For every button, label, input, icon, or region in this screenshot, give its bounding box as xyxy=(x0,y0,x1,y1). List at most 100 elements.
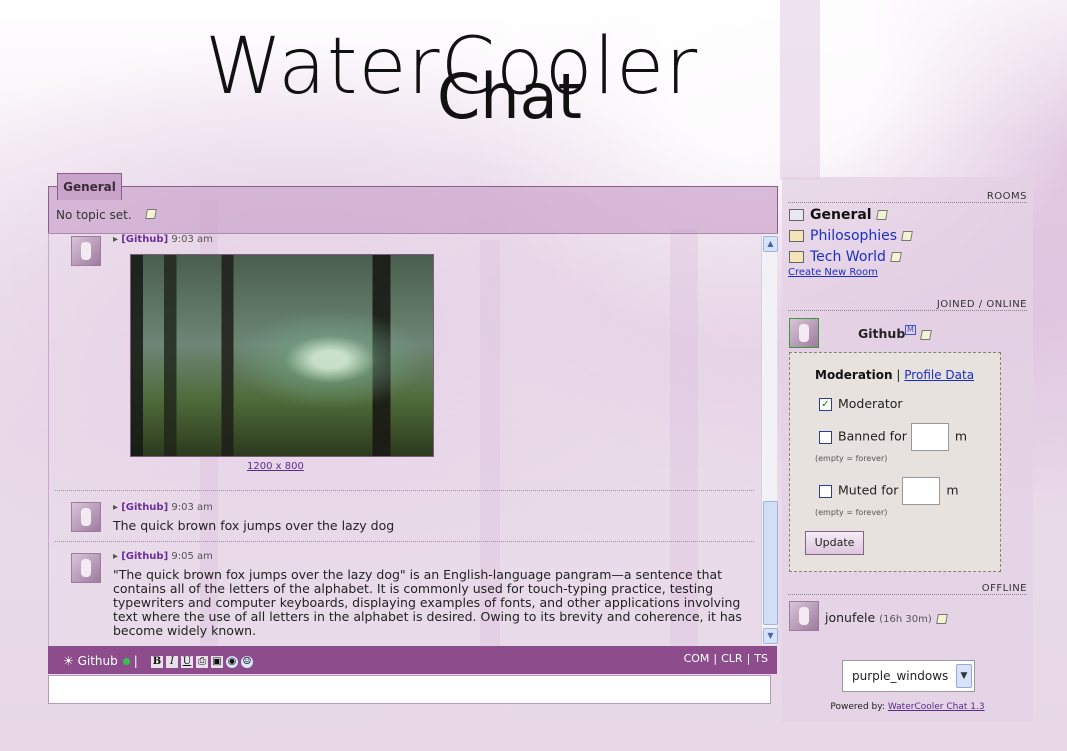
banned-minutes-input[interactable] xyxy=(910,423,949,451)
theme-select[interactable]: purple_windows ▼ xyxy=(842,660,975,692)
italic-button[interactable]: I xyxy=(166,656,178,668)
banned-checkbox[interactable] xyxy=(819,430,832,444)
banned-row: Banned for m xyxy=(819,423,967,451)
message-divider xyxy=(55,541,754,542)
room-envelope-icon xyxy=(789,251,804,263)
profile-data-link[interactable]: Profile Data xyxy=(904,368,974,382)
room-name[interactable]: Tech World xyxy=(810,249,886,265)
moderator-label: Moderator xyxy=(838,396,903,411)
edit-user-icon[interactable] xyxy=(935,613,948,624)
message-header: ▸ [Github] 9:05 am xyxy=(113,551,213,562)
format-buttons: B I U ⎙ ▣ ◉ ☺ xyxy=(151,654,256,668)
online-heading: JOINED / ONLINE xyxy=(788,299,1027,311)
message-list: ▸ [Github] 9:03 am 1200 x 800 ▸ [Github]… xyxy=(48,233,778,646)
online-user-name[interactable]: Github xyxy=(858,326,905,341)
moderator-row: ✓ Moderator xyxy=(819,396,903,411)
offline-user-item[interactable]: jonufele (16h 30m) xyxy=(782,601,1033,631)
underline-button[interactable]: U xyxy=(181,656,193,668)
message-image[interactable] xyxy=(130,254,434,457)
message-time: 9:03 am xyxy=(171,502,213,513)
banned-label: Banned for xyxy=(838,428,907,444)
message-item: ▸ [Github] 9:03 am The quick brown fox j… xyxy=(55,499,754,539)
logo: WaterCooler Chat xyxy=(205,28,735,138)
chat-toolbar: ☀ Github | B I U ⎙ ▣ ◉ ☺ COM | CLR | TS xyxy=(48,646,777,674)
topic-bar: No topic set. xyxy=(48,186,778,234)
edit-room-icon[interactable] xyxy=(901,231,913,241)
room-name[interactable]: General xyxy=(810,207,872,223)
toolbar-right: COM | CLR | TS xyxy=(680,652,772,665)
edit-room-icon[interactable] xyxy=(875,210,888,220)
muted-hint: (empty = forever) xyxy=(815,508,888,517)
message-item: ▸ [Github] 9:03 am 1200 x 800 xyxy=(55,233,754,489)
room-envelope-icon xyxy=(789,209,804,221)
current-user[interactable]: ☀ Github | xyxy=(63,654,138,668)
room-item-philosophies[interactable]: Philosophies xyxy=(789,228,913,244)
message-item: ▸ [Github] 9:05 am "The quick brown fox … xyxy=(55,549,754,645)
theme-select-value: purple_windows xyxy=(852,669,949,683)
message-user[interactable]: [Github] xyxy=(121,234,168,245)
avatar[interactable] xyxy=(71,502,101,532)
current-user-name: Github xyxy=(77,654,118,668)
moderation-title: Moderation xyxy=(815,368,893,382)
scroll-up-arrow-icon[interactable]: ▲ xyxy=(763,236,778,252)
scroll-down-arrow-icon[interactable]: ▼ xyxy=(763,628,778,644)
room-item-general[interactable]: General xyxy=(789,207,888,223)
message-user[interactable]: [Github] xyxy=(121,551,168,562)
powered-by-link[interactable]: WaterCooler Chat 1.3 xyxy=(888,702,985,712)
bold-button[interactable]: B xyxy=(151,656,163,668)
clr-button[interactable]: CLR xyxy=(717,652,746,665)
room-tab-general[interactable]: General xyxy=(57,173,122,200)
muted-unit: m xyxy=(946,482,959,498)
offline-user[interactable]: jonufele (16h 30m) xyxy=(825,610,948,625)
message-time: 9:03 am xyxy=(171,234,213,245)
offline-heading: OFFLINE xyxy=(788,583,1027,595)
message-text: The quick brown fox jumps over the lazy … xyxy=(113,518,395,533)
message-header: ▸ [Github] 9:03 am xyxy=(113,502,213,513)
online-user-item[interactable]: Github M xyxy=(782,318,1033,348)
moderator-checkbox[interactable]: ✓ xyxy=(819,398,832,411)
sidebar: ROOMS General Philosophies Tech World Cr… xyxy=(782,177,1033,722)
room-name[interactable]: Philosophies xyxy=(810,228,897,244)
message-time: 9:05 am xyxy=(171,551,213,562)
rooms-heading: ROOMS xyxy=(788,191,1027,203)
message-user[interactable]: [Github] xyxy=(121,502,168,513)
smiley-icon[interactable]: ☺ xyxy=(241,656,253,668)
powered-by-label: Powered by: xyxy=(830,702,885,712)
avatar[interactable] xyxy=(789,318,819,348)
chevron-down-icon[interactable]: ▼ xyxy=(956,664,972,688)
muted-checkbox[interactable] xyxy=(819,484,832,498)
edit-topic-icon[interactable] xyxy=(145,209,157,219)
image-size-link[interactable]: 1200 x 800 xyxy=(247,461,304,472)
offline-user-name: jonufele xyxy=(825,610,876,625)
link-icon[interactable]: ◉ xyxy=(226,656,238,668)
muted-minutes-input[interactable] xyxy=(902,477,941,505)
muted-label: Muted for xyxy=(838,482,899,498)
attachment-icon[interactable]: ⎙ xyxy=(196,656,208,668)
moderation-separator: | xyxy=(896,368,901,382)
moderation-panel: Moderation | Profile Data ✓ Moderator Ban… xyxy=(789,352,1001,572)
toolbar-separator: | xyxy=(133,654,138,668)
message-input[interactable] xyxy=(48,675,771,704)
edit-room-icon[interactable] xyxy=(890,252,902,262)
avatar[interactable] xyxy=(71,553,101,583)
ts-button[interactable]: TS xyxy=(750,652,772,665)
update-button[interactable]: Update xyxy=(805,531,864,555)
background-tree xyxy=(780,0,820,180)
powered-by: Powered by: WaterCooler Chat 1.3 xyxy=(782,702,1033,712)
edit-user-icon[interactable] xyxy=(920,330,932,340)
image-icon[interactable]: ▣ xyxy=(211,656,223,668)
avatar[interactable] xyxy=(789,601,819,631)
message-divider xyxy=(55,490,754,491)
com-button[interactable]: COM xyxy=(680,652,714,665)
scroll-thumb[interactable] xyxy=(763,501,778,625)
room-item-tech-world[interactable]: Tech World xyxy=(789,249,902,265)
message-scrollbar[interactable]: ▲ ▼ xyxy=(761,235,778,645)
room-topic: No topic set. xyxy=(56,208,132,222)
banned-unit: m xyxy=(954,428,968,444)
avatar[interactable] xyxy=(71,236,101,266)
create-room-link[interactable]: Create New Room xyxy=(788,267,878,278)
online-status-icon xyxy=(122,658,130,665)
offline-time: (16h 30m) xyxy=(879,614,932,625)
room-envelope-icon xyxy=(789,230,804,242)
moderator-badge-icon: M xyxy=(905,325,916,335)
